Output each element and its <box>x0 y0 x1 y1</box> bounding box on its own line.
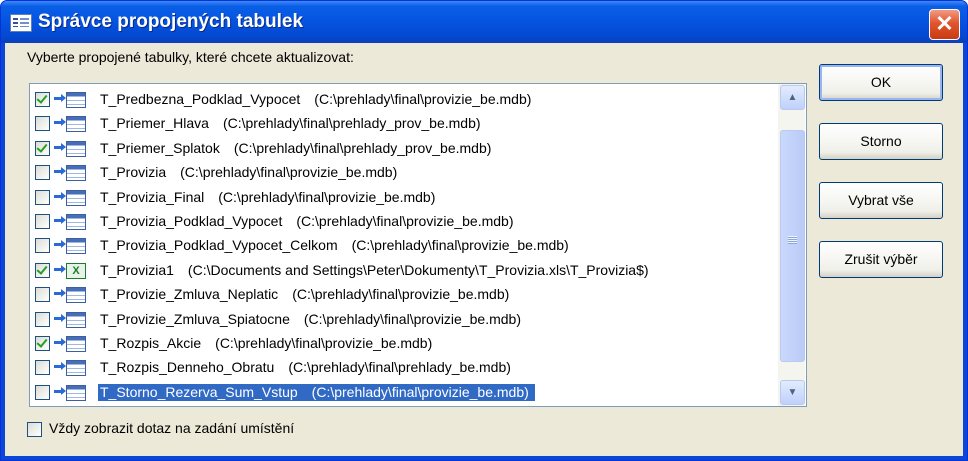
table-name: T_Priemer_Hlava <box>100 115 209 132</box>
table-path: (C:\prehlady\final\prehlady_be.mdb) <box>288 359 511 376</box>
scroll-down-button[interactable]: ▼ <box>780 380 805 405</box>
table-path: (C:\prehlady\final\provizie_be.mdb) <box>180 164 398 181</box>
table-checkbox[interactable] <box>35 165 50 181</box>
vertical-scrollbar[interactable]: ▲ ▼ <box>778 84 805 406</box>
table-path: (C:\prehlady\final\provizie_be.mdb) <box>296 213 514 229</box>
scroll-thumb[interactable] <box>780 130 805 362</box>
table-name-path: T_Rozpis_Denneho_Obratu (C:\prehlady\fina… <box>100 359 511 375</box>
table-checkbox[interactable] <box>35 214 50 229</box>
table-path: (C:\Documents and Settings\Peter\Dokumen… <box>187 261 649 278</box>
table-row[interactable]: T_Storno_Rezerva_Sum_Vstup (C:\prehlady\f… <box>30 381 778 405</box>
table-row[interactable]: T_Provizie_Zmluva_Neplatic (C:\prehlady\f… <box>30 283 778 307</box>
linked-table-icon <box>54 311 88 328</box>
always-prompt-label: Vždy zobrazit dotaz na zadání umístění <box>49 420 295 436</box>
table-name-path: T_Provizia_Podklad_Vypocet_Celkom (C:\pre… <box>100 237 569 253</box>
table-path: (C:\prehlady\final\prehlady_prov_be.mdb) <box>222 115 481 132</box>
table-checkbox[interactable] <box>35 360 50 376</box>
ok-button[interactable]: OK <box>819 64 943 101</box>
linked-table-icon <box>54 336 88 352</box>
table-name-path: T_Provizia1 (C:\Documents and Settings\Pe… <box>100 262 649 278</box>
select-all-button[interactable]: Vybrat vše <box>819 182 943 219</box>
table-row[interactable]: T_Provizia (C:\prehlady\final\provizie_be… <box>30 161 778 185</box>
table-manager-icon <box>10 14 32 32</box>
table-path: (C:\prehlady\final\provizie_be.mdb) <box>351 237 569 254</box>
table-checkbox[interactable] <box>35 116 50 132</box>
scroll-up-button[interactable]: ▲ <box>780 85 805 110</box>
linked-table-icon <box>54 384 88 401</box>
table-row[interactable]: T_Provizia_Final (C:\prehlady\final\provi… <box>30 186 778 210</box>
linked-table-icon <box>54 140 88 157</box>
table-name: T_Provizie_Zmluva_Neplatic <box>100 286 279 303</box>
table-name: T_Provizia_Podklad_Vypocet <box>100 213 283 229</box>
linked-table-icon <box>54 287 88 304</box>
table-name-path: T_Provizia (C:\prehlady\final\provizie_be… <box>100 164 397 180</box>
table-row[interactable]: T_Predbezna_Podklad_Vypocet (C:\prehlady\… <box>30 88 778 112</box>
table-path: (C:\prehlady\final\provizie_be.mdb) <box>218 188 436 205</box>
table-name-path: T_Provizia_Final (C:\prehlady\final\provi… <box>100 189 435 205</box>
table-row[interactable]: T_Rozpis_Denneho_Obratu (C:\prehlady\fina… <box>30 356 778 380</box>
linked-table-icon <box>54 214 88 230</box>
table-name: T_Rozpis_Akcie <box>100 335 202 351</box>
table-checkbox[interactable] <box>35 92 50 107</box>
linked-table-manager-window: Správce propojených tabulek ✕ Vyberte pr… <box>0 0 968 461</box>
table-path: (C:\prehlady\final\prehlady_prov_be.mdb) <box>233 139 492 156</box>
table-name: T_Provizia1 <box>100 261 174 278</box>
cancel-button[interactable]: Storno <box>819 123 943 160</box>
table-name-path: T_Rozpis_Akcie (C:\prehlady\final\provizi… <box>100 335 432 351</box>
table-name-path: T_Storno_Rezerva_Sum_Vstup (C:\prehlady\f… <box>97 382 536 402</box>
table-name: T_Provizia_Podklad_Vypocet_Celkom <box>100 237 338 254</box>
table-checkbox[interactable] <box>35 384 50 400</box>
scroll-grip-icon <box>788 236 797 244</box>
table-row[interactable]: X T_Provizia1 (C:\Documents and Settings\P… <box>30 259 778 283</box>
table-checkbox[interactable] <box>35 140 50 156</box>
linked-table-icon <box>54 116 88 133</box>
table-path: (C:\prehlady\final\provizie_be.mdb) <box>303 310 521 327</box>
table-path: (C:\prehlady\final\provizie_be.mdb) <box>311 383 529 400</box>
dialog-body: Vyberte propojené tabulky, které chcete … <box>5 43 963 456</box>
table-path: (C:\prehlady\final\provizie_be.mdb) <box>292 286 510 303</box>
table-name-path: T_Provizie_Zmluva_Spiatocne (C:\prehlady\… <box>100 311 521 327</box>
table-row[interactable]: T_Priemer_Hlava (C:\prehlady\final\prehla… <box>30 112 778 136</box>
linked-table-icon <box>54 189 88 206</box>
table-name-path: T_Priemer_Hlava (C:\prehlady\final\prehla… <box>100 115 481 131</box>
linked-table-icon <box>54 165 88 182</box>
close-button[interactable]: ✕ <box>929 9 960 40</box>
table-row[interactable]: T_Rozpis_Akcie (C:\prehlady\final\provizi… <box>30 332 778 356</box>
table-checkbox[interactable] <box>35 262 50 278</box>
table-name: T_Provizie_Zmluva_Spiatocne <box>100 310 290 327</box>
linked-table-icon <box>54 360 88 377</box>
table-name: T_Provizia <box>100 164 167 181</box>
instruction-label: Vyberte propojené tabulky, které chcete … <box>27 49 354 65</box>
deselect-all-button[interactable]: Zrušit výběr <box>819 241 943 278</box>
table-name-path: T_Provizie_Zmluva_Neplatic (C:\prehlady\f… <box>100 286 509 302</box>
table-checkbox[interactable] <box>35 287 50 303</box>
table-row[interactable]: T_Provizia_Podklad_Vypocet (C:\prehlady\f… <box>30 210 778 234</box>
table-name-path: T_Predbezna_Podklad_Vypocet (C:\prehlady\… <box>100 91 531 107</box>
table-checkbox[interactable] <box>35 336 50 351</box>
table-row[interactable]: T_Provizie_Zmluva_Spiatocne (C:\prehlady\… <box>30 308 778 332</box>
table-checkbox[interactable] <box>35 238 50 254</box>
title-bar[interactable]: Správce propojených tabulek ✕ <box>1 1 967 43</box>
table-row[interactable]: T_Priemer_Splatok (C:\prehlady\final\preh… <box>30 137 778 161</box>
linked-table-icon <box>54 92 88 108</box>
linked-excel-icon: X <box>54 262 88 279</box>
table-path: (C:\prehlady\final\provizie_be.mdb) <box>314 91 532 107</box>
table-checkbox[interactable] <box>35 189 50 205</box>
table-name: T_Rozpis_Denneho_Obratu <box>100 359 275 376</box>
table-checkbox[interactable] <box>35 311 50 327</box>
linked-table-icon <box>54 238 88 255</box>
always-prompt-checkbox[interactable] <box>27 422 42 437</box>
table-name: T_Provizia_Final <box>100 188 205 205</box>
table-name: T_Priemer_Splatok <box>100 139 220 156</box>
window-title: Správce propojených tabulek <box>38 11 304 32</box>
table-name: T_Predbezna_Podklad_Vypocet <box>100 91 301 107</box>
list-rows: T_Predbezna_Podklad_Vypocet (C:\prehlady\… <box>30 84 778 406</box>
table-name: T_Storno_Rezerva_Sum_Vstup <box>100 383 298 400</box>
table-name-path: T_Priemer_Splatok (C:\prehlady\final\preh… <box>100 140 491 156</box>
table-path: (C:\prehlady\final\provizie_be.mdb) <box>215 335 433 351</box>
table-name-path: T_Provizia_Podklad_Vypocet (C:\prehlady\f… <box>100 213 513 229</box>
table-row[interactable]: T_Provizia_Podklad_Vypocet_Celkom (C:\pre… <box>30 234 778 258</box>
linked-tables-list[interactable]: T_Predbezna_Podklad_Vypocet (C:\prehlady\… <box>29 83 807 407</box>
